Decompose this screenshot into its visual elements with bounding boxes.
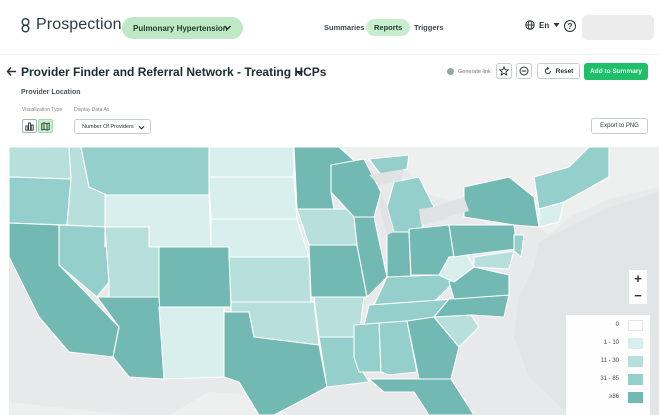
state-florida[interactable] (368, 378, 475, 415)
chevron-down-icon (224, 25, 231, 30)
state-kansas[interactable] (228, 256, 312, 303)
provider-location-panel: Provider Location Visualization Type Dis… (0, 88, 659, 415)
state-montana[interactable] (80, 147, 210, 196)
globe-icon (525, 20, 535, 30)
zoom-out-button[interactable]: − (629, 287, 647, 304)
minus-circle-icon (519, 66, 529, 76)
legend-row: 0 (566, 319, 650, 333)
legend-label: 1 - 10 (603, 340, 619, 346)
legend-label: ≥86 (609, 394, 619, 400)
map-view-button[interactable] (38, 119, 53, 133)
add-to-summary-button[interactable]: Add to Summary (584, 63, 648, 80)
reset-icon (544, 67, 551, 75)
legend-row: 31 - 85 (566, 373, 650, 387)
legend-row: 1 - 10 (566, 337, 650, 351)
page-title: Provider Finder and Referral Network - T… (21, 65, 327, 79)
state-wisconsin[interactable] (330, 158, 382, 218)
legend-swatch (628, 374, 643, 385)
link-icon (447, 68, 454, 75)
legend-label: 31 - 85 (600, 376, 619, 382)
help-icon[interactable]: ? (564, 20, 576, 32)
us-states-map (9, 147, 659, 415)
language-selector[interactable]: En (525, 20, 560, 30)
bar-chart-icon (25, 122, 34, 131)
back-arrow-icon[interactable] (6, 66, 17, 77)
legend-label: 0 (615, 322, 619, 328)
title-chevron-down-icon[interactable] (295, 68, 304, 77)
display-data-as-value: Number Of Providers (82, 123, 134, 130)
display-data-as-select[interactable]: Number Of Providers (74, 119, 151, 134)
legend-row: ≥86 (566, 391, 650, 405)
visualization-type-label: Visualization Type (22, 107, 63, 113)
disease-selector-label: Pulmonary Hypertension (133, 23, 228, 33)
report-header: Provider Finder and Referral Network - T… (0, 54, 659, 88)
state-south-dakota[interactable] (208, 176, 298, 220)
prospection-logo-icon (21, 17, 30, 32)
map-icon (41, 121, 50, 131)
state-new-jersey[interactable] (513, 234, 525, 258)
export-png-button[interactable]: Export to PNG (591, 118, 648, 134)
state-washington[interactable] (9, 147, 72, 180)
state-oregon[interactable] (9, 176, 72, 226)
legend-row: 11 - 30 (566, 355, 650, 369)
nav-reports[interactable]: Reports (366, 19, 411, 36)
top-navbar: Prospection Ai Pulmonary Hypertension Su… (0, 0, 659, 54)
legend-label: 11 - 30 (600, 358, 619, 364)
state-new-mexico[interactable] (158, 306, 225, 380)
reset-label: Reset (555, 67, 574, 75)
state-mississippi[interactable] (353, 322, 382, 373)
state-iowa[interactable] (296, 208, 358, 246)
display-data-as-label: Display Data As (74, 107, 110, 113)
zoom-in-button[interactable]: + (629, 270, 647, 287)
caret-down-icon (553, 23, 560, 27)
reset-button[interactable]: Reset (537, 63, 580, 79)
map-legend: 0 1 - 10 11 - 30 31 - 85 ≥86 (566, 315, 650, 415)
state-colorado[interactable] (158, 246, 232, 308)
nav-summaries[interactable]: Summaries (324, 19, 364, 36)
legend-swatch (628, 338, 643, 349)
user-menu[interactable] (582, 15, 654, 40)
provider-choropleth-map[interactable] (9, 147, 659, 415)
remove-button[interactable] (516, 63, 532, 79)
legend-swatch (628, 356, 643, 367)
disease-selector[interactable]: Pulmonary Hypertension (122, 17, 243, 39)
state-north-carolina[interactable] (433, 294, 510, 318)
legend-swatch (628, 320, 643, 331)
generate-link-label: Generate link (458, 68, 491, 75)
state-indiana[interactable] (386, 231, 412, 278)
favorite-button[interactable] (496, 63, 512, 79)
section-title: Provider Location (21, 89, 81, 96)
chevron-down-icon (138, 125, 145, 130)
bar-chart-view-button[interactable] (22, 119, 37, 133)
legend-swatch (628, 392, 643, 403)
generate-link[interactable]: Generate link (447, 68, 491, 75)
star-icon (499, 66, 509, 76)
nav-triggers[interactable]: Triggers (414, 19, 444, 36)
language-label: En (539, 20, 550, 30)
state-north-dakota[interactable] (208, 147, 295, 178)
